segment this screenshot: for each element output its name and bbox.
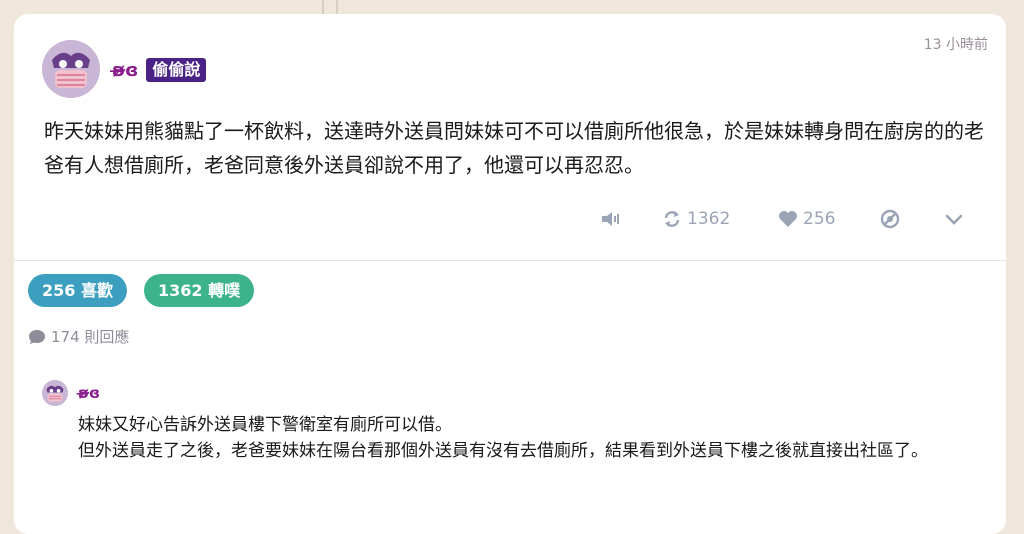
comment-content: 妹妹又好心告訴外送員樓下警衛室有廁所可以借。 但外送員走了之後，老爸要妹妹在陽台…: [78, 412, 978, 464]
expand-button[interactable]: [944, 212, 964, 226]
qualifier-tag: 偷偷說: [146, 58, 207, 82]
like-count: 256: [803, 209, 836, 229]
author-name[interactable]: ʚ̴̶̷̷ɞ: [112, 60, 138, 81]
likes-pill[interactable]: 256 喜歡: [28, 274, 127, 307]
post-timestamp: 13 小時前: [923, 37, 988, 53]
heart-icon: [779, 211, 797, 227]
reshare-count: 1362: [687, 209, 731, 229]
like-button[interactable]: 256: [778, 209, 835, 229]
comment-avatar[interactable]: [42, 380, 68, 406]
post-actions: 1362 256: [600, 206, 980, 232]
avatar[interactable]: [42, 40, 100, 98]
block-icon: [880, 209, 900, 229]
reply-count: 174 則回應: [28, 326, 129, 347]
post-content: 昨天妹妹用熊貓點了一杯飲料，送達時外送員問妹妹可不可以借廁所他很急，於是妹妹轉身…: [44, 119, 984, 177]
shares-pill[interactable]: 1362 轉噗: [144, 274, 255, 307]
comment-line: 妹妹又好心告訴外送員樓下警衛室有廁所可以借。: [78, 415, 452, 435]
chevron-down-icon: [945, 214, 963, 225]
block-button[interactable]: [880, 209, 900, 229]
comment-author[interactable]: ʚ̴̶̷̷ɞ: [78, 384, 100, 402]
repeat-icon: [664, 211, 680, 227]
speech-bubble-icon: [29, 329, 45, 344]
plurk-card: ʚ̴̶̷̷ɞ 偷偷說 13 小時前 昨天妹妹用熊貓點了一杯飲料，送達時外送員問妹…: [14, 14, 1006, 534]
reply-count-text: 174 則回應: [51, 328, 130, 346]
speaker-mute-icon: [602, 212, 619, 226]
mute-button[interactable]: [600, 209, 622, 229]
comment-line: 但外送員走了之後，老爸要妹妹在陽台看那個外送員有沒有去借廁所，結果看到外送員下樓…: [78, 441, 928, 461]
divider: [14, 260, 1006, 261]
post-header: ʚ̴̶̷̷ɞ 偷偷說: [112, 58, 207, 82]
reshare-button[interactable]: 1362: [662, 209, 730, 229]
